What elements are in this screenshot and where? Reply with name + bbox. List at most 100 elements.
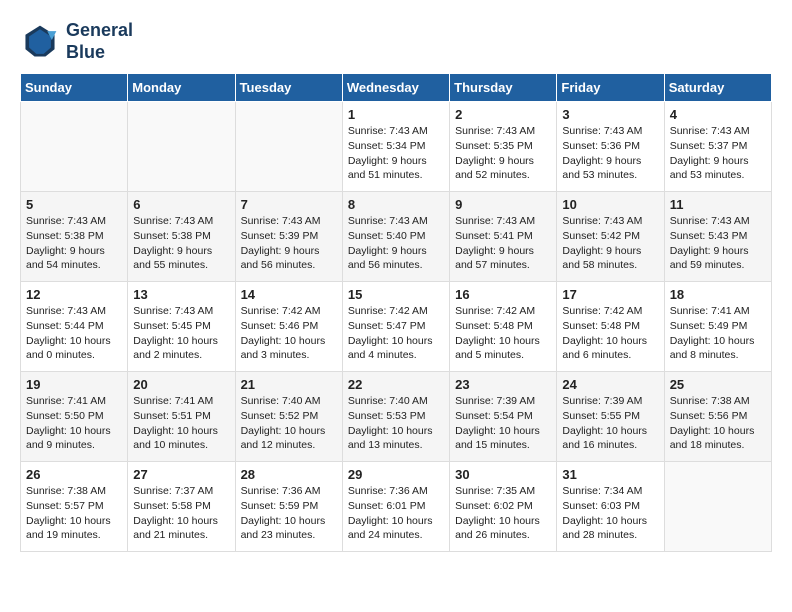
day-number: 19	[26, 377, 122, 392]
day-content: Sunrise: 7:43 AM Sunset: 5:34 PM Dayligh…	[348, 124, 444, 183]
calendar-row: 12 Sunrise: 7:43 AM Sunset: 5:44 PM Dayli…	[21, 282, 772, 372]
calendar-cell: 25 Sunrise: 7:38 AM Sunset: 5:56 PM Dayli…	[664, 372, 771, 462]
calendar-cell: 21 Sunrise: 7:40 AM Sunset: 5:52 PM Dayli…	[235, 372, 342, 462]
day-number: 16	[455, 287, 551, 302]
day-number: 6	[133, 197, 229, 212]
day-content: Sunrise: 7:40 AM Sunset: 5:53 PM Dayligh…	[348, 394, 444, 453]
logo: General Blue	[20, 20, 133, 63]
calendar-cell: 1 Sunrise: 7:43 AM Sunset: 5:34 PM Daylig…	[342, 102, 449, 192]
calendar-cell: 16 Sunrise: 7:42 AM Sunset: 5:48 PM Dayli…	[450, 282, 557, 372]
day-number: 8	[348, 197, 444, 212]
calendar-cell: 10 Sunrise: 7:43 AM Sunset: 5:42 PM Dayli…	[557, 192, 664, 282]
day-number: 1	[348, 107, 444, 122]
day-content: Sunrise: 7:36 AM Sunset: 6:01 PM Dayligh…	[348, 484, 444, 543]
calendar-cell: 23 Sunrise: 7:39 AM Sunset: 5:54 PM Dayli…	[450, 372, 557, 462]
day-number: 29	[348, 467, 444, 482]
day-number: 17	[562, 287, 658, 302]
day-content: Sunrise: 7:43 AM Sunset: 5:43 PM Dayligh…	[670, 214, 766, 273]
day-content: Sunrise: 7:40 AM Sunset: 5:52 PM Dayligh…	[241, 394, 337, 453]
day-content: Sunrise: 7:43 AM Sunset: 5:36 PM Dayligh…	[562, 124, 658, 183]
day-content: Sunrise: 7:35 AM Sunset: 6:02 PM Dayligh…	[455, 484, 551, 543]
calendar-cell: 28 Sunrise: 7:36 AM Sunset: 5:59 PM Dayli…	[235, 462, 342, 552]
page-header: General Blue	[20, 20, 772, 63]
day-number: 13	[133, 287, 229, 302]
day-number: 2	[455, 107, 551, 122]
day-number: 23	[455, 377, 551, 392]
day-number: 10	[562, 197, 658, 212]
day-number: 11	[670, 197, 766, 212]
calendar-row: 19 Sunrise: 7:41 AM Sunset: 5:50 PM Dayli…	[21, 372, 772, 462]
calendar-table: SundayMondayTuesdayWednesdayThursdayFrid…	[20, 73, 772, 552]
weekday-header: Thursday	[450, 74, 557, 102]
day-number: 4	[670, 107, 766, 122]
day-number: 24	[562, 377, 658, 392]
day-content: Sunrise: 7:41 AM Sunset: 5:49 PM Dayligh…	[670, 304, 766, 363]
day-content: Sunrise: 7:42 AM Sunset: 5:47 PM Dayligh…	[348, 304, 444, 363]
day-content: Sunrise: 7:42 AM Sunset: 5:46 PM Dayligh…	[241, 304, 337, 363]
calendar-cell: 13 Sunrise: 7:43 AM Sunset: 5:45 PM Dayli…	[128, 282, 235, 372]
calendar-cell	[235, 102, 342, 192]
header-row: SundayMondayTuesdayWednesdayThursdayFrid…	[21, 74, 772, 102]
calendar-cell: 17 Sunrise: 7:42 AM Sunset: 5:48 PM Dayli…	[557, 282, 664, 372]
day-number: 12	[26, 287, 122, 302]
calendar-cell	[128, 102, 235, 192]
day-number: 9	[455, 197, 551, 212]
calendar-cell: 14 Sunrise: 7:42 AM Sunset: 5:46 PM Dayli…	[235, 282, 342, 372]
weekday-header: Tuesday	[235, 74, 342, 102]
day-content: Sunrise: 7:43 AM Sunset: 5:42 PM Dayligh…	[562, 214, 658, 273]
calendar-row: 26Sunrise: 7:38 AM Sunset: 5:57 PM Dayli…	[21, 462, 772, 552]
calendar-cell: 30 Sunrise: 7:35 AM Sunset: 6:02 PM Dayli…	[450, 462, 557, 552]
calendar-cell: 22 Sunrise: 7:40 AM Sunset: 5:53 PM Dayli…	[342, 372, 449, 462]
day-content: Sunrise: 7:42 AM Sunset: 5:48 PM Dayligh…	[562, 304, 658, 363]
day-content: Sunrise: 7:43 AM Sunset: 5:35 PM Dayligh…	[455, 124, 551, 183]
calendar-cell: 27Sunrise: 7:37 AM Sunset: 5:58 PM Dayli…	[128, 462, 235, 552]
calendar-cell: 4 Sunrise: 7:43 AM Sunset: 5:37 PM Daylig…	[664, 102, 771, 192]
calendar-cell: 26Sunrise: 7:38 AM Sunset: 5:57 PM Dayli…	[21, 462, 128, 552]
day-number: 22	[348, 377, 444, 392]
weekday-header: Sunday	[21, 74, 128, 102]
day-content: Sunrise: 7:39 AM Sunset: 5:54 PM Dayligh…	[455, 394, 551, 453]
calendar-cell	[21, 102, 128, 192]
calendar-cell: 15Sunrise: 7:42 AM Sunset: 5:47 PM Dayli…	[342, 282, 449, 372]
calendar-cell: 20 Sunrise: 7:41 AM Sunset: 5:51 PM Dayli…	[128, 372, 235, 462]
day-content: Sunrise: 7:43 AM Sunset: 5:41 PM Dayligh…	[455, 214, 551, 273]
logo-icon	[20, 22, 60, 62]
day-number: 18	[670, 287, 766, 302]
day-content: Sunrise: 7:43 AM Sunset: 5:44 PM Dayligh…	[26, 304, 122, 363]
calendar-cell: 7 Sunrise: 7:43 AM Sunset: 5:39 PM Daylig…	[235, 192, 342, 282]
day-content: Sunrise: 7:43 AM Sunset: 5:45 PM Dayligh…	[133, 304, 229, 363]
day-number: 30	[455, 467, 551, 482]
day-number: 20	[133, 377, 229, 392]
calendar-cell: 8Sunrise: 7:43 AM Sunset: 5:40 PM Daylig…	[342, 192, 449, 282]
calendar-cell: 2 Sunrise: 7:43 AM Sunset: 5:35 PM Daylig…	[450, 102, 557, 192]
day-number: 14	[241, 287, 337, 302]
day-content: Sunrise: 7:43 AM Sunset: 5:39 PM Dayligh…	[241, 214, 337, 273]
day-number: 7	[241, 197, 337, 212]
day-content: Sunrise: 7:36 AM Sunset: 5:59 PM Dayligh…	[241, 484, 337, 543]
calendar-cell	[664, 462, 771, 552]
day-content: Sunrise: 7:34 AM Sunset: 6:03 PM Dayligh…	[562, 484, 658, 543]
calendar-cell: 19 Sunrise: 7:41 AM Sunset: 5:50 PM Dayli…	[21, 372, 128, 462]
calendar-cell: 24Sunrise: 7:39 AM Sunset: 5:55 PM Dayli…	[557, 372, 664, 462]
day-number: 31	[562, 467, 658, 482]
calendar-cell: 9 Sunrise: 7:43 AM Sunset: 5:41 PM Daylig…	[450, 192, 557, 282]
day-number: 25	[670, 377, 766, 392]
day-content: Sunrise: 7:43 AM Sunset: 5:38 PM Dayligh…	[26, 214, 122, 273]
day-content: Sunrise: 7:41 AM Sunset: 5:51 PM Dayligh…	[133, 394, 229, 453]
day-content: Sunrise: 7:37 AM Sunset: 5:58 PM Dayligh…	[133, 484, 229, 543]
calendar-cell: 3Sunrise: 7:43 AM Sunset: 5:36 PM Daylig…	[557, 102, 664, 192]
calendar-cell: 11 Sunrise: 7:43 AM Sunset: 5:43 PM Dayli…	[664, 192, 771, 282]
day-content: Sunrise: 7:43 AM Sunset: 5:37 PM Dayligh…	[670, 124, 766, 183]
calendar-cell: 5Sunrise: 7:43 AM Sunset: 5:38 PM Daylig…	[21, 192, 128, 282]
calendar-cell: 6Sunrise: 7:43 AM Sunset: 5:38 PM Daylig…	[128, 192, 235, 282]
day-number: 21	[241, 377, 337, 392]
day-content: Sunrise: 7:38 AM Sunset: 5:56 PM Dayligh…	[670, 394, 766, 453]
weekday-header: Wednesday	[342, 74, 449, 102]
day-content: Sunrise: 7:42 AM Sunset: 5:48 PM Dayligh…	[455, 304, 551, 363]
day-number: 28	[241, 467, 337, 482]
weekday-header: Friday	[557, 74, 664, 102]
calendar-row: 5Sunrise: 7:43 AM Sunset: 5:38 PM Daylig…	[21, 192, 772, 282]
day-content: Sunrise: 7:41 AM Sunset: 5:50 PM Dayligh…	[26, 394, 122, 453]
calendar-cell: 31 Sunrise: 7:34 AM Sunset: 6:03 PM Dayli…	[557, 462, 664, 552]
day-content: Sunrise: 7:38 AM Sunset: 5:57 PM Dayligh…	[26, 484, 122, 543]
